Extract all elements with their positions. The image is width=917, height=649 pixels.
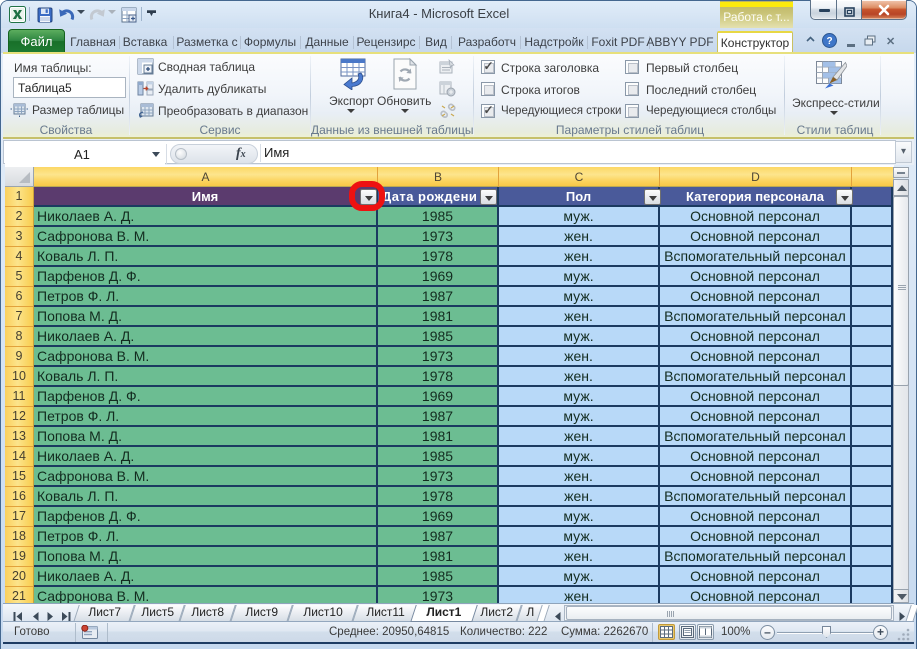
svg-text:?: ?: [826, 36, 832, 47]
